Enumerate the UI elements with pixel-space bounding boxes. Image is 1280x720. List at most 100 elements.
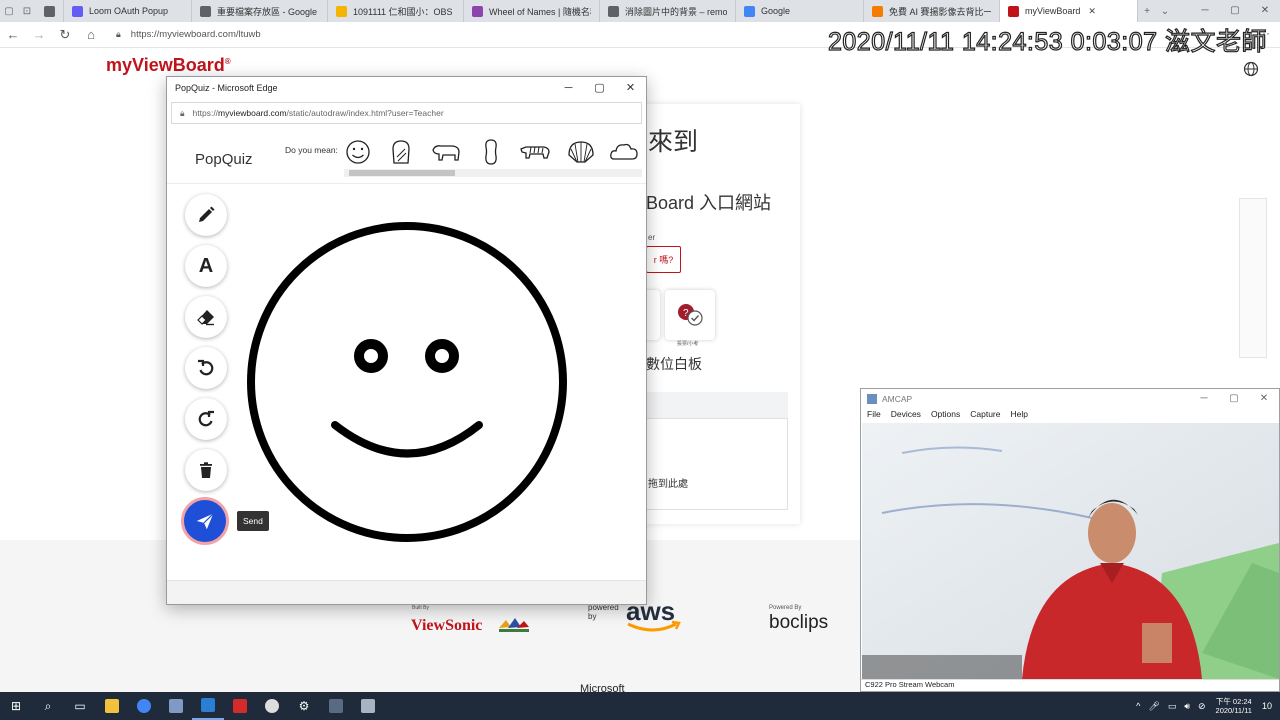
suggestion-tiger-icon[interactable] [518, 135, 552, 169]
tab-favicon-icon [472, 5, 483, 17]
settings-gear-icon[interactable]: ⚙ [288, 692, 320, 720]
file-explorer-icon[interactable] [96, 692, 128, 720]
undo-icon [198, 359, 214, 376]
tab-favicon-icon [872, 5, 883, 17]
forward-button[interactable]: → [26, 22, 52, 48]
close-button[interactable]: ✕ [1250, 0, 1280, 22]
pencil-tool-button[interactable] [185, 194, 227, 236]
eraser-icon [197, 310, 214, 326]
taskbar-clock[interactable]: 下午 02:24 2020/11/11 [1216, 697, 1252, 715]
back-button[interactable]: ← [0, 22, 26, 48]
monitor-app-icon[interactable] [320, 692, 352, 720]
task-view-icon[interactable]: ▭ [64, 692, 96, 720]
tab-favicon-icon [200, 5, 211, 17]
role-question-button[interactable]: r 嗎? [646, 246, 681, 273]
powered-by-label-2: Powered By [769, 605, 802, 611]
browser-tab[interactable] [36, 0, 64, 22]
poll-quiz-tile[interactable]: ? [665, 290, 715, 340]
browser-tab[interactable]: myViewBoard ✕ [1000, 0, 1138, 22]
amcap-menu-capture[interactable]: Capture [970, 409, 1000, 423]
suggestion-smiley-icon[interactable] [341, 135, 375, 169]
maximize-button[interactable]: ▢ [1220, 0, 1250, 22]
myviewboard-logo[interactable]: myViewBoard® [106, 55, 231, 76]
tab-dropdown-icon[interactable]: ⌄ [1156, 0, 1174, 22]
amcap-minimize-button[interactable]: ─ [1189, 389, 1219, 409]
url-field[interactable]: 🔒︎ https://myviewboard.com/ltuwb [116, 29, 261, 40]
collections-icon[interactable]: ⊡ [18, 0, 36, 22]
viewsonic-logo: ViewSonic [411, 617, 483, 634]
send-button[interactable] [181, 497, 229, 545]
suggestion-peanut-icon[interactable] [474, 135, 508, 169]
save-app-icon[interactable] [160, 692, 192, 720]
tab-favicon-icon [744, 5, 755, 17]
suggestion-bread-icon[interactable] [384, 135, 418, 169]
file-dropzone[interactable] [640, 418, 788, 510]
webcam-app-icon[interactable] [352, 692, 384, 720]
system-tray: ^ 🎤︎ ▭ 🔊︎ ⊘ 下午 02:24 2020/11/11 10 [1132, 692, 1276, 720]
side-toolbar[interactable] [1239, 198, 1267, 358]
clock-time: 下午 02:24 [1215, 697, 1252, 706]
popquiz-maximize-button[interactable]: ▢ [584, 77, 615, 99]
browser-tab[interactable]: 消除圖片中的背景 – remove [600, 0, 736, 22]
tab-favicon-icon [608, 5, 619, 17]
tab-actions-icon[interactable]: ▢ [0, 0, 18, 22]
volume-icon[interactable]: 🔊︎ [1184, 701, 1190, 712]
browser-tab[interactable]: Google [736, 0, 864, 22]
search-icon[interactable]: ⌕ [32, 692, 64, 720]
tab-title: 重要檔案存放區 - Google 書 [217, 6, 319, 17]
amcap-status-bar: C922 Pro Stream Webcam [861, 679, 1279, 691]
amcap-menu-options[interactable]: Options [931, 409, 960, 423]
tab-title: Loom OAuth Popup [89, 6, 169, 16]
browser-tab[interactable]: 重要檔案存放區 - Google 書 [192, 0, 328, 22]
clear-canvas-button[interactable] [185, 449, 227, 491]
amcap-maximize-button[interactable]: ▢ [1219, 389, 1249, 409]
minimize-button[interactable]: ─ [1190, 0, 1220, 22]
ime-icon[interactable]: ⊘ [1198, 701, 1206, 712]
suggestion-shell-icon[interactable] [564, 135, 598, 169]
start-windows-icon[interactable]: ⊞ [0, 692, 32, 720]
language-globe-icon[interactable] [1243, 61, 1259, 77]
tab-title: 1091111 仁和國小：OBS 畫 [353, 6, 455, 17]
text-tool-button[interactable]: A [185, 245, 227, 287]
amcap-window: AMCAP ─ ▢ ✕ File Devices Options Capture… [860, 388, 1280, 692]
amcap-menu-help[interactable]: Help [1010, 409, 1027, 423]
chrome-icon[interactable] [128, 692, 160, 720]
popquiz-titlebar: PopQuiz - Microsoft Edge ─ ▢ ✕ [167, 77, 646, 99]
send-paper-plane-icon [196, 513, 214, 530]
suggestion-scrollbar-thumb[interactable] [349, 170, 455, 176]
drawing-canvas[interactable] [243, 207, 573, 547]
amcap-menu-file[interactable]: File [867, 409, 881, 423]
eraser-tool-button[interactable] [185, 296, 227, 338]
tab-title: 消除圖片中的背景 – remove [625, 6, 727, 17]
edge-icon[interactable] [192, 692, 224, 720]
home-button[interactable]: ⌂ [78, 22, 104, 48]
browser-tab[interactable]: Wheel of Names | 隨機名稱 [464, 0, 600, 22]
popquiz-title: PopQuiz [195, 151, 253, 168]
tray-chevron-icon[interactable]: ^ [1136, 701, 1140, 711]
amcap-menu-devices[interactable]: Devices [891, 409, 921, 423]
browser-tab[interactable]: 1091111 仁和國小：OBS 畫 [328, 0, 464, 22]
browser-tab[interactable]: 免費 AI 賽揚影像去背比一比 [864, 0, 1000, 22]
popquiz-url-field[interactable]: 🔒︎ https://myviewboard.com/static/autodr… [171, 102, 642, 124]
microphone-icon[interactable]: 🎤︎ [1148, 701, 1159, 712]
notification-center-icon[interactable]: 10 [1262, 701, 1272, 711]
tab-favicon-icon [336, 5, 347, 17]
lock-icon: 🔒︎ [116, 29, 121, 39]
undo-button[interactable] [185, 347, 227, 389]
suggestion-cloud-icon[interactable] [607, 135, 641, 169]
suggestion-polar-bear-icon[interactable] [429, 135, 463, 169]
redo-button[interactable] [185, 398, 227, 440]
clock-date: 2020/11/11 [1215, 706, 1252, 715]
amcap-close-button[interactable]: ✕ [1249, 389, 1279, 409]
suggestion-label: Do you mean: [285, 145, 338, 155]
new-tab-button[interactable]: + [1138, 0, 1156, 22]
browser-tab[interactable]: Loom OAuth Popup [64, 0, 192, 22]
refresh-button[interactable]: ↻ [52, 22, 78, 48]
tab-close-icon[interactable]: ✕ [1088, 6, 1096, 17]
recorder-app-icon[interactable] [224, 692, 256, 720]
tab-favicon-icon [72, 5, 83, 17]
network-icon[interactable]: ▭ [1168, 701, 1177, 712]
obs-icon[interactable] [256, 692, 288, 720]
popquiz-minimize-button[interactable]: ─ [553, 77, 584, 99]
popquiz-close-button[interactable]: ✕ [615, 77, 646, 99]
